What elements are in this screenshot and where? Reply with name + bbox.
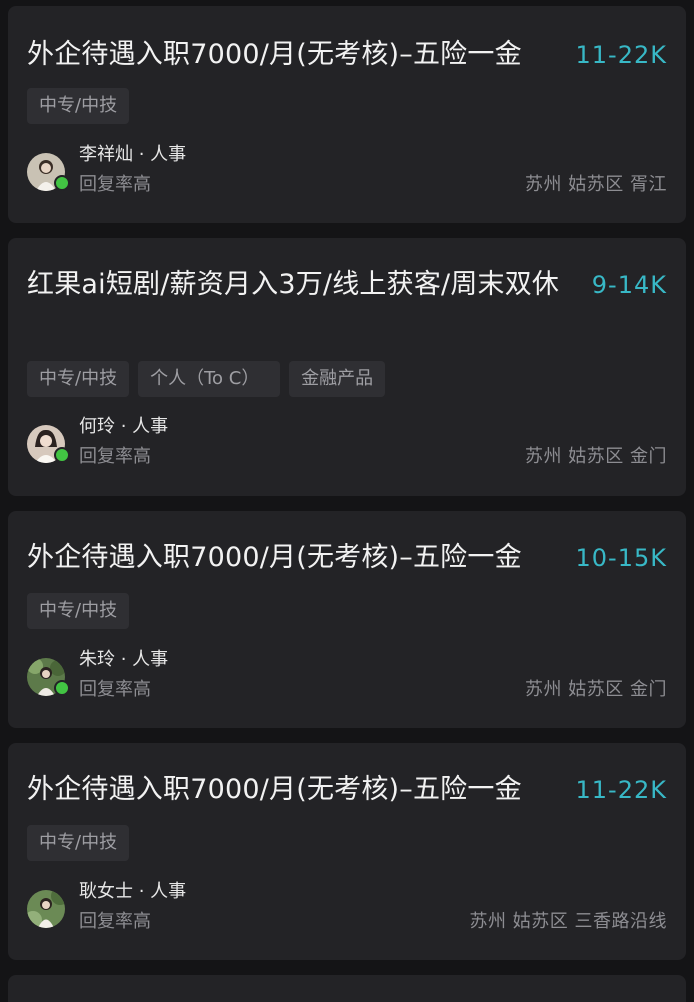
job-location: 苏州 姑苏区 金门 [525, 446, 667, 467]
job-title: 外企待遇入职7000/月(无考核)–五险一金 [27, 542, 522, 573]
reply-rate-label: 回复率高 [79, 911, 151, 932]
job-tag: 中专/中技 [27, 88, 130, 124]
job-title-row: 外企待遇入职7000/月(无考核)–五险一金 10-15K [27, 539, 667, 577]
job-title-row: 红果ai短剧/薪资月入3万/线上获客/周末双休 9-14K [27, 266, 667, 304]
job-card[interactable]: 外企待遇入职7000/月(无考核)–五险一金 10-15K 中专/中技 朱玲 ·… [8, 511, 686, 728]
job-card[interactable]: 外企待遇入职7000/月(无考核)–五险一金 11-22K 中专/中技 李祥灿 … [8, 6, 686, 223]
recruiter-info[interactable]: 耿女士 · 人事 回复率高 苏州 姑苏区 三香路沿线 [27, 879, 667, 939]
recruiter-name: 李祥灿 · 人事 [79, 144, 187, 165]
salary-range: 10-15K [575, 544, 667, 572]
job-tag: 金融产品 [289, 361, 386, 397]
job-title-row: 外企待遇入职7000/月(无考核)–五险一金 11-22K [27, 36, 667, 74]
job-list: 外企待遇入职7000/月(无考核)–五险一金 11-22K 中专/中技 李祥灿 … [0, 0, 694, 1002]
salary-range: 11-22K [575, 41, 667, 69]
job-tags: 中专/中技 个人（To C） 金融产品 [27, 361, 386, 397]
reply-rate-label: 回复率高 [79, 174, 151, 195]
recruiter-avatar [27, 890, 65, 928]
job-tag: 个人（To C） [138, 361, 281, 397]
recruiter-info[interactable]: 何玲 · 人事 回复率高 苏州 姑苏区 金门 [27, 414, 667, 474]
job-title: 红果ai短剧/薪资月入3万/线上获客/周末双休 [27, 269, 560, 300]
salary-range: 9-14K [591, 271, 667, 299]
reply-rate-label: 回复率高 [79, 679, 151, 700]
job-location: 苏州 姑苏区 金门 [525, 679, 667, 700]
job-location: 苏州 姑苏区 三香路沿线 [469, 911, 667, 932]
reply-rate-label: 回复率高 [79, 446, 151, 467]
salary-range: 11-22K [575, 776, 667, 804]
recruiter-info[interactable]: 李祥灿 · 人事 回复率高 苏州 姑苏区 胥江 [27, 142, 667, 202]
recruiter-name: 耿女士 · 人事 [79, 881, 187, 902]
job-tag: 中专/中技 [27, 361, 130, 397]
online-status-dot [54, 175, 70, 191]
job-title: 外企待遇入职7000/月(无考核)–五险一金 [27, 39, 522, 70]
job-card[interactable]: 红果ai短剧/薪资月入3万/线上获客/周末双休 9-14K 中专/中技 个人（T… [8, 238, 686, 496]
job-tag: 中专/中技 [27, 593, 130, 629]
job-tags: 中专/中技 [27, 593, 130, 629]
job-location: 苏州 姑苏区 胥江 [525, 174, 667, 195]
job-tag: 中专/中技 [27, 825, 130, 861]
job-title-row: 外企待遇入职7000/月(无考核)–五险一金 11-22K [27, 771, 667, 809]
online-status-dot [54, 447, 70, 463]
online-status-dot [54, 680, 70, 696]
job-title: 外企待遇入职7000/月(无考核)–五险一金 [27, 774, 522, 805]
recruiter-info[interactable]: 朱玲 · 人事 回复率高 苏州 姑苏区 金门 [27, 647, 667, 707]
job-card[interactable] [8, 975, 686, 1002]
recruiter-name: 何玲 · 人事 [79, 416, 169, 437]
job-card[interactable]: 外企待遇入职7000/月(无考核)–五险一金 11-22K 中专/中技 耿女士 … [8, 743, 686, 960]
job-tags: 中专/中技 [27, 88, 130, 124]
job-tags: 中专/中技 [27, 825, 130, 861]
recruiter-name: 朱玲 · 人事 [79, 649, 169, 670]
